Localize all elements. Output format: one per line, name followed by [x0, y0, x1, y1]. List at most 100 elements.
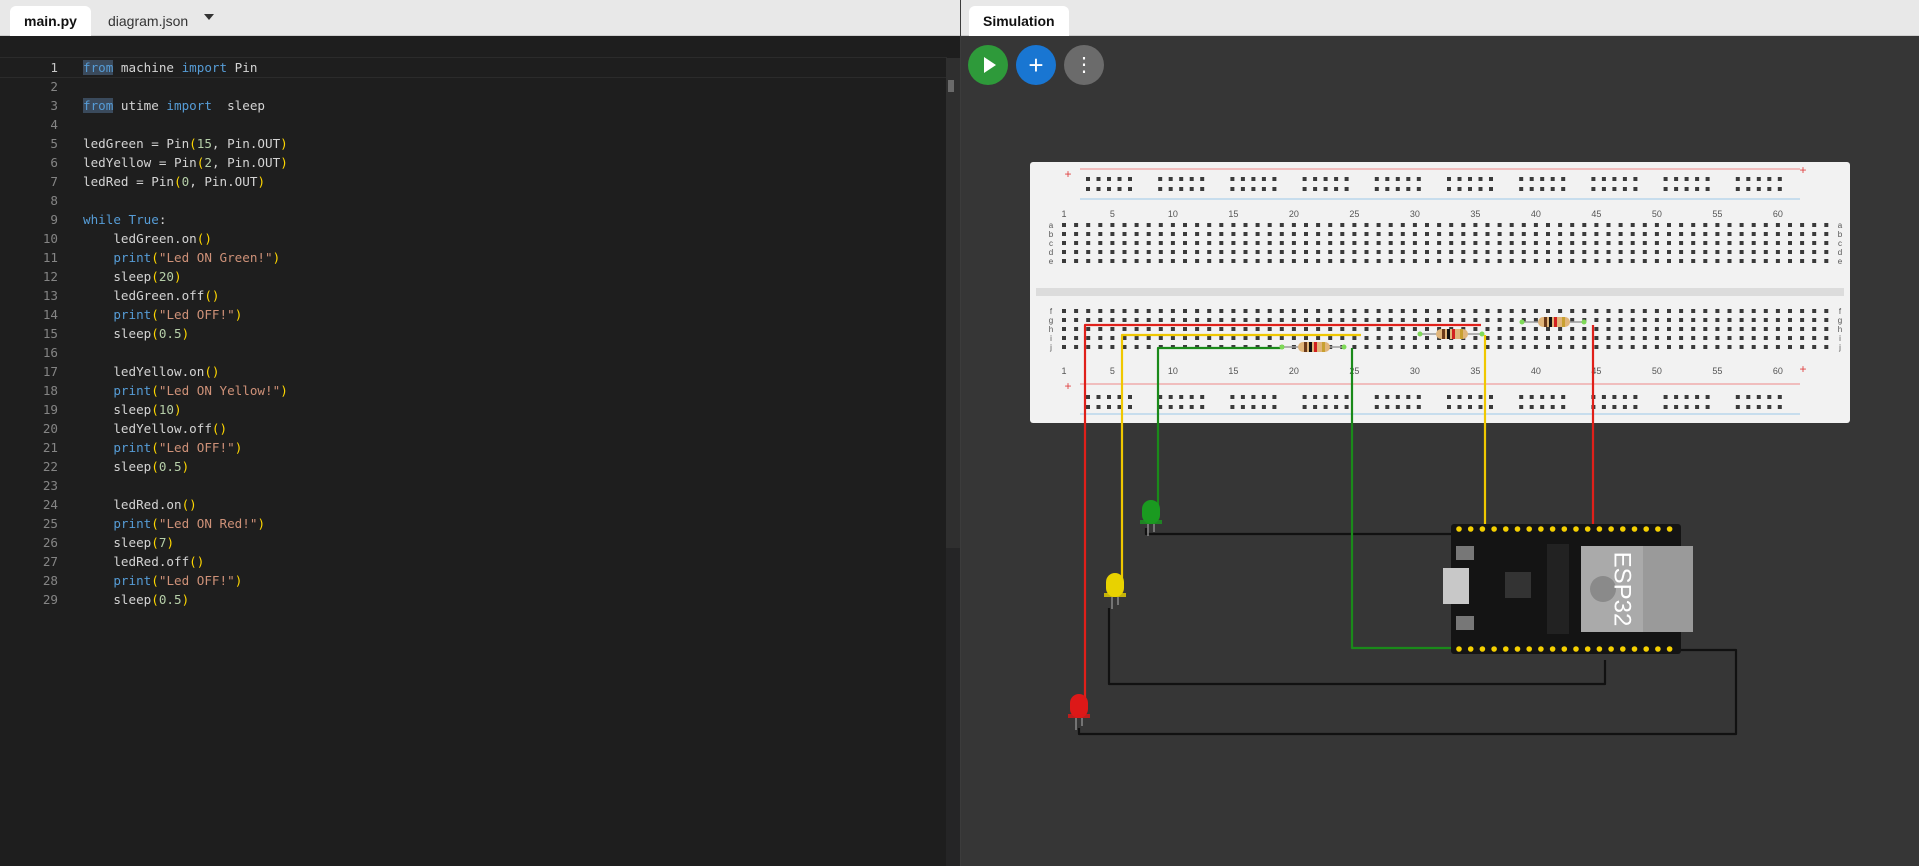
code-line[interactable]: 13 ledGreen.off(): [0, 286, 946, 305]
code-text: from machine import Pin: [83, 60, 258, 75]
breadboard-hole: [1352, 250, 1357, 254]
code-line[interactable]: 6 ledYellow = Pin(2, Pin.OUT): [0, 153, 946, 172]
add-part-button[interactable]: +: [1016, 45, 1056, 85]
breadboard-hole: [1509, 309, 1514, 313]
code-line[interactable]: 1 from machine import Pin: [0, 57, 947, 78]
breadboard-hole: [1606, 250, 1611, 254]
code-line[interactable]: 29 sleep(0.5): [0, 590, 946, 609]
rail-hole: [1519, 177, 1524, 181]
code-line[interactable]: 19 sleep(10): [0, 400, 946, 419]
code-line[interactable]: 25 print("Led ON Red!"): [0, 514, 946, 533]
code-text: sleep(10): [83, 402, 182, 417]
code-line[interactable]: 16: [0, 343, 946, 362]
code-line[interactable]: 8: [0, 191, 946, 210]
code-line[interactable]: 2: [0, 77, 946, 96]
code-line[interactable]: 3 from utime import sleep: [0, 96, 946, 115]
breadboard-hole: [1751, 250, 1756, 254]
code-line[interactable]: 17 ledYellow.on(): [0, 362, 946, 381]
breadboard-hole: [1412, 241, 1417, 245]
code-text: print("Led OFF!"): [113, 307, 243, 322]
breadboard-hole: [1134, 223, 1139, 227]
code-line[interactable]: 11 print("Led ON Green!"): [0, 248, 946, 267]
tab-main-py[interactable]: main.py: [10, 6, 91, 36]
breadboard-hole: [1328, 223, 1333, 227]
rail-hole: [1663, 187, 1668, 191]
code-line[interactable]: 10 ledGreen.on(): [0, 229, 946, 248]
breadboard-hole: [1364, 250, 1369, 254]
line-number: 13: [42, 288, 58, 303]
rail-hole: [1601, 395, 1606, 399]
code-line[interactable]: 4: [0, 115, 946, 134]
breadboard-hole: [1812, 336, 1817, 340]
breadboard-hole: [1715, 223, 1720, 227]
code-line[interactable]: 9 while True:: [0, 210, 946, 229]
code-line[interactable]: 18 print("Led ON Yellow!"): [0, 381, 946, 400]
circuit-canvas[interactable]: + +++115510101515202025253030353540404545…: [961, 0, 1919, 866]
code-line[interactable]: 7 ledRed = Pin(0, Pin.OUT): [0, 172, 946, 191]
breadboard-hole: [1727, 250, 1732, 254]
esp32-pin: [1467, 646, 1474, 652]
rail-hole: [1561, 395, 1566, 399]
breadboard-hole: [1255, 309, 1260, 313]
breadboard-hole: [1582, 241, 1587, 245]
rail-hole: [1756, 405, 1761, 409]
breadboard-hole: [1533, 309, 1538, 313]
breadboard-hole: [1618, 250, 1623, 254]
code-line[interactable]: 14 print("Led OFF!"): [0, 305, 946, 324]
breadboard-hole: [1618, 259, 1623, 263]
breadboard-hole: [1679, 336, 1684, 340]
code-line[interactable]: 12 sleep(20): [0, 267, 946, 286]
code-editor[interactable]: 1 from machine import Pin 2 3 from utime imp…: [0, 57, 947, 866]
breadboard-hole: [1231, 309, 1236, 313]
code-line[interactable]: 22 sleep(0.5): [0, 457, 946, 476]
column-label: 20: [1289, 366, 1299, 376]
code-line[interactable]: 5 ledGreen = Pin(15, Pin.OUT): [0, 134, 946, 153]
breadboard-hole: [1679, 232, 1684, 236]
rail-hole: [1344, 405, 1349, 409]
breadboard-hole: [1594, 241, 1599, 245]
code-line[interactable]: 20 ledYellow.off(): [0, 419, 946, 438]
breadboard-hole: [1183, 241, 1187, 245]
rail-hole: [1179, 405, 1184, 409]
editor-scrollbar[interactable]: [946, 58, 960, 866]
breadboard-hole: [1158, 309, 1163, 313]
breadboard-hole: [1630, 232, 1635, 236]
resistor-green-pin: [1279, 344, 1285, 350]
breadboard-hole: [1461, 241, 1466, 245]
more-options-button[interactable]: ⋮: [1064, 45, 1104, 85]
breadboard-hole: [1086, 232, 1091, 236]
code-line[interactable]: 21 print("Led OFF!"): [0, 438, 946, 457]
line-number: 12: [42, 269, 58, 284]
breadboard-hole: [1739, 241, 1744, 245]
code-line[interactable]: 23: [0, 476, 946, 495]
code-line[interactable]: 24 ledRed.on(): [0, 495, 946, 514]
breadboard-hole: [1739, 232, 1744, 236]
tab-diagram-json[interactable]: diagram.json: [94, 6, 202, 36]
scrollbar-thumb[interactable]: [948, 80, 954, 92]
breadboard-hole: [1183, 232, 1187, 236]
breadboard-hole: [1642, 232, 1647, 236]
code-line[interactable]: 26 sleep(7): [0, 533, 946, 552]
code-line[interactable]: 27 ledRed.off(): [0, 552, 946, 571]
breadboard-hole: [1788, 309, 1792, 313]
code-line[interactable]: 28 print("Led OFF!"): [0, 571, 946, 590]
breadboard-hole: [1412, 232, 1417, 236]
rail-hole: [1663, 395, 1668, 399]
rail-hole: [1251, 395, 1256, 399]
breadboard-hole: [1630, 336, 1635, 340]
breadboard-center-channel: [1036, 288, 1844, 296]
tab-menu-chevron-down-icon[interactable]: [204, 14, 214, 20]
breadboard-hole: [1267, 327, 1272, 331]
code-text: sleep(7): [83, 535, 175, 550]
code-line[interactable]: 15 sleep(0.5): [0, 324, 946, 343]
breadboard-hole: [1473, 309, 1478, 313]
rail-hole: [1767, 187, 1772, 191]
breadboard-hole: [1316, 223, 1321, 227]
run-button[interactable]: [968, 45, 1008, 85]
rail-hole: [1344, 177, 1349, 181]
breadboard-hole: [1654, 223, 1659, 227]
column-label: 40: [1531, 366, 1541, 376]
breadboard-hole: [1654, 318, 1659, 322]
row-label: i: [1839, 334, 1841, 343]
breadboard-hole: [1110, 250, 1115, 254]
